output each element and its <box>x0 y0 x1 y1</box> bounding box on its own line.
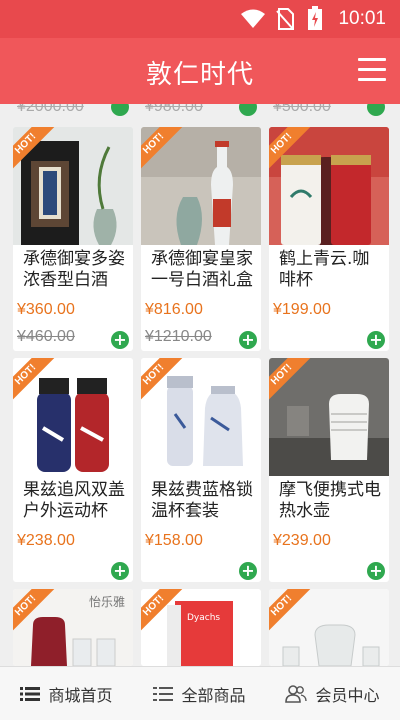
product-name: 果兹追风双盖户外运动杯 <box>23 480 125 521</box>
no-sim-icon <box>276 8 294 30</box>
nav-all-products[interactable]: 全部商品 <box>133 667 266 720</box>
grid-list-icon <box>153 687 174 701</box>
page-title: 敦仁时代 <box>145 60 254 90</box>
product-card[interactable]: HOT! 承德御宴多姿浓香型白酒 ¥360.00 ¥460.00 + <box>13 127 133 351</box>
product-card[interactable]: HOT! 怡乐雅 <box>13 589 133 666</box>
product-card[interactable]: HOT! Dyachs <box>141 589 261 666</box>
wifi-icon <box>241 9 265 28</box>
product-card[interactable]: HOT! 摩飞便携式电热水壶 ¥239.00 + <box>269 358 389 582</box>
product-old-price: ¥460.00 <box>17 328 75 345</box>
product-price: ¥238.00 <box>17 532 75 549</box>
image-brand-text: Dyachs <box>187 613 221 623</box>
list-icon <box>20 687 41 701</box>
nav-home-label: 商城首页 <box>48 686 113 705</box>
product-image: HOT! 怡乐雅 <box>13 589 133 666</box>
product-price: ¥360.00 <box>17 301 75 318</box>
product-card[interactable]: HOT! 果兹追风双盖户外运动杯 ¥238.00 + <box>13 358 133 582</box>
image-brand-text: 怡乐雅 <box>88 595 125 609</box>
nav-member-center-label: 会员中心 <box>315 686 380 705</box>
partial-old-price: ¥980.00 <box>145 104 203 115</box>
nav-member-center[interactable]: 会员中心 <box>266 667 399 720</box>
product-image: HOT! <box>13 358 133 476</box>
product-price: ¥199.00 <box>273 301 331 318</box>
add-to-cart-icon[interactable]: + <box>111 331 129 349</box>
nav-home[interactable]: 商城首页 <box>0 667 133 720</box>
partial-old-price: ¥500.00 <box>273 104 331 115</box>
product-card[interactable]: HOT! 果兹费蓝格锁温杯套装 ¥158.00 + <box>141 358 261 582</box>
add-to-cart-icon[interactable] <box>367 104 385 116</box>
product-image: HOT! Dyachs <box>141 589 261 666</box>
user-group-icon <box>285 685 308 703</box>
product-name: 鹤上青云.咖啡杯 <box>279 249 370 290</box>
partial-old-price: ¥2000.00 <box>17 104 84 115</box>
product-image: HOT! <box>13 127 133 245</box>
product-card[interactable]: HOT! 承德御宴皇家一号白酒礼盒 ¥816.00 ¥1210.00 + <box>141 127 261 351</box>
add-to-cart-icon[interactable]: + <box>239 562 257 580</box>
product-price: ¥816.00 <box>145 301 203 318</box>
bottom-nav: 商城首页 全部商品 会员中心 <box>0 666 400 720</box>
product-image: HOT! <box>269 127 389 245</box>
product-old-price: ¥1210.00 <box>145 328 212 345</box>
add-to-cart-icon[interactable] <box>111 104 129 116</box>
product-card[interactable]: HOT! 鹤上青云.咖啡杯 ¥199.00 + <box>269 127 389 351</box>
product-name: 承德御宴皇家一号白酒礼盒 <box>151 249 253 290</box>
status-time: 10:01 <box>338 8 386 29</box>
product-image: HOT! <box>269 358 389 476</box>
partial-card[interactable]: ¥2000.00 <box>13 104 133 118</box>
product-image: HOT! <box>269 589 389 666</box>
add-to-cart-icon[interactable]: + <box>367 331 385 349</box>
partial-card[interactable]: ¥500.00 <box>269 104 389 118</box>
add-to-cart-icon[interactable]: + <box>367 562 385 580</box>
app-header: 敦仁时代 <box>0 38 400 104</box>
product-image: HOT! <box>141 358 261 476</box>
product-name: 承德御宴多姿浓香型白酒 <box>23 249 125 290</box>
product-image: HOT! <box>141 127 261 245</box>
product-price: ¥158.00 <box>145 532 203 549</box>
hamburger-menu-icon[interactable] <box>358 58 386 82</box>
nav-all-products-label: 全部商品 <box>181 686 246 705</box>
product-price: ¥239.00 <box>273 532 331 549</box>
product-name: 摩飞便携式电热水壶 <box>279 480 381 521</box>
product-name: 果兹费蓝格锁温杯套装 <box>151 480 253 521</box>
add-to-cart-icon[interactable]: + <box>111 562 129 580</box>
status-bar: 10:01 <box>0 0 400 38</box>
add-to-cart-icon[interactable] <box>239 104 257 116</box>
product-card[interactable]: HOT! <box>269 589 389 666</box>
add-to-cart-icon[interactable]: + <box>239 331 257 349</box>
battery-charging-icon <box>308 6 322 30</box>
partial-card[interactable]: ¥980.00 <box>141 104 261 118</box>
